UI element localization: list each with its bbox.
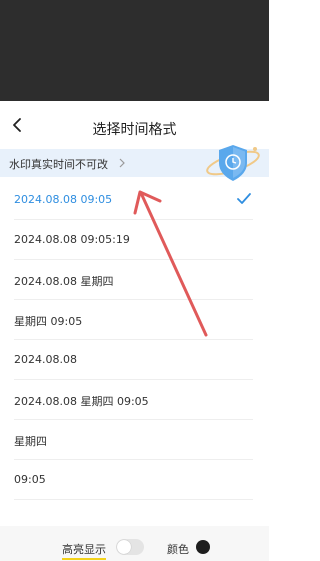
format-option[interactable]: 2024.08.08 [14,340,253,380]
color-swatch[interactable] [196,540,210,554]
format-label: 2024.08.08 09:05 [14,193,113,206]
format-label: 2024.08.08 星期四 [14,275,114,288]
toggle-knob [117,540,131,554]
highlight-toggle[interactable] [116,539,144,555]
format-option[interactable]: 星期四 [14,420,253,460]
format-option[interactable]: 09:05 [14,460,253,500]
display-options-bar: 高亮显示 颜色 [0,526,269,561]
checkmark-icon [237,193,251,204]
banner-text: 水印真实时间不可改 [9,158,108,171]
format-label: 2024.08.08 09:05:19 [14,233,130,246]
page-title: 选择时间格式 [92,122,177,138]
format-label: 星期四 09:05 [14,315,83,328]
highlight-label: 高亮显示 [62,541,106,560]
format-option[interactable]: 2024.08.08 星期四 09:05 [14,380,253,420]
format-label: 星期四 [14,435,47,448]
shield-clock-icon [206,145,260,181]
time-format-sheet: 选择时间格式 水印真实时间不可改 2024.08.08 09:05 2024.0… [0,101,269,561]
format-list: 2024.08.08 09:05 2024.08.08 09:05:19 202… [0,180,269,500]
watermark-info-banner[interactable]: 水印真实时间不可改 [0,145,269,181]
format-option[interactable]: 2024.08.08 09:05:19 [14,220,253,260]
format-label: 2024.08.08 [14,353,77,366]
chevron-right-icon [119,158,125,168]
format-label: 2024.08.08 星期四 09:05 [14,395,149,408]
format-option[interactable]: 2024.08.08 09:05 [14,180,253,220]
format-option[interactable]: 星期四 09:05 [14,300,253,340]
color-label: 颜色 [167,543,189,556]
format-option[interactable]: 2024.08.08 星期四 [14,260,253,300]
dimmed-background[interactable] [0,0,269,101]
format-label: 09:05 [14,473,46,486]
